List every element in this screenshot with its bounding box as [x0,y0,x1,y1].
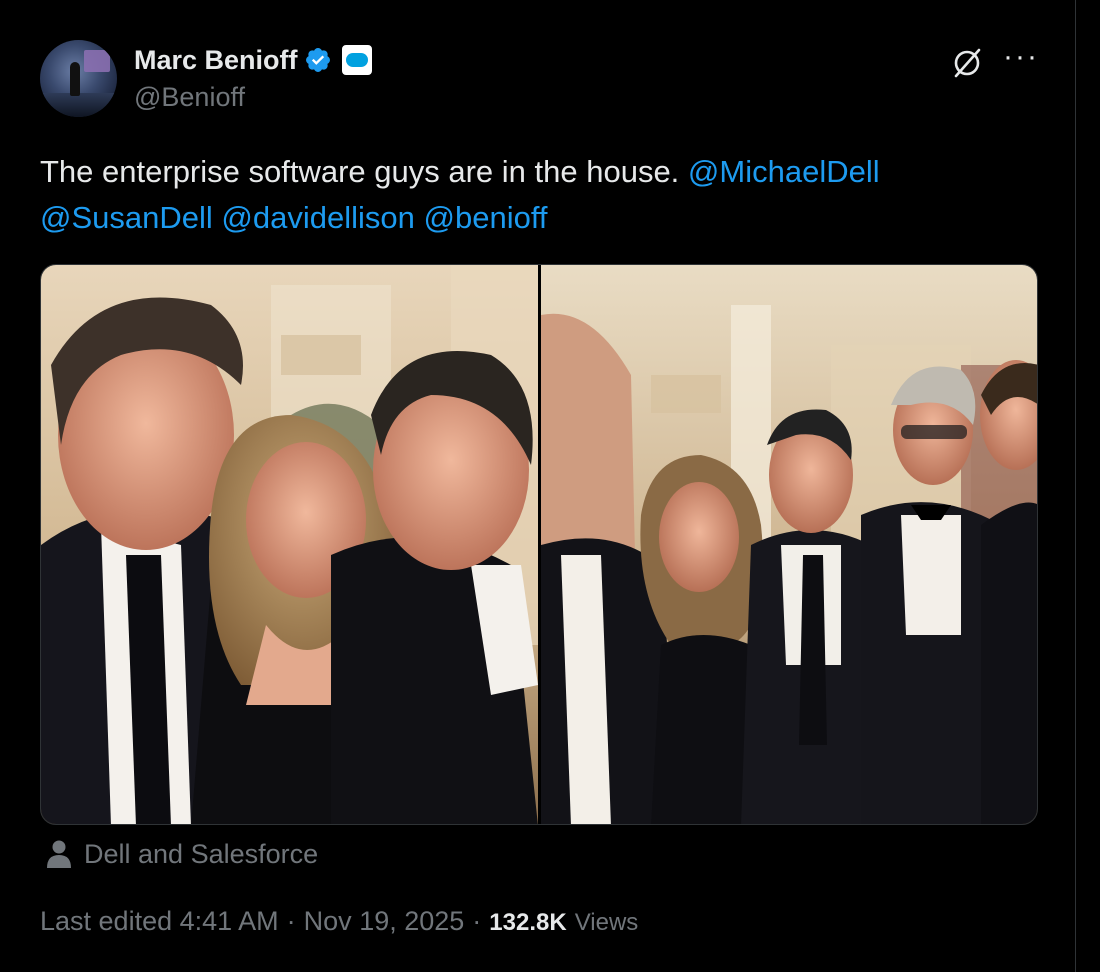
photo-2[interactable] [541,265,1037,824]
post-date-link[interactable]: Nov 19, 2025 [304,906,465,937]
mention-link[interactable]: @davidellison [221,200,414,235]
views-count: 132.8K [489,909,567,936]
post-text: The enterprise software guys are in the … [40,149,1040,241]
person-icon [47,840,71,868]
photo-1[interactable] [41,265,538,824]
media-grid[interactable] [40,264,1038,825]
photo-2-image [541,265,1037,824]
salesforce-affiliate-badge[interactable] [341,45,372,75]
meta-separator: · [286,906,296,936]
author-name[interactable]: Marc Benioff [134,45,298,76]
grok-icon[interactable] [950,46,984,80]
salesforce-logo-icon [345,53,368,67]
edited-time-link[interactable]: Last edited 4:41 AM [40,906,279,937]
author-handle[interactable]: @Benioff [134,82,245,113]
author-avatar[interactable] [40,40,117,117]
post-text-body: The enterprise software guys are in the … [40,154,688,189]
tagged-people-label: Dell and Salesforce [84,838,319,869]
more-horizontal-icon[interactable]: ··· [1002,42,1040,80]
verified-badge-icon[interactable] [304,46,332,74]
author-name-row: Marc Benioff [134,42,372,78]
photo-1-image [41,265,538,824]
post-meta: Last edited 4:41 AM · Nov 19, 2025 · 132… [40,906,638,937]
meta-separator: · [472,906,482,936]
mention-link[interactable]: @benioff [424,200,548,235]
views-label: Views [574,909,639,936]
timeline-border [1075,0,1076,972]
mention-link[interactable]: @SusanDell [40,200,213,235]
tagged-people-row[interactable]: Dell and Salesforce [46,834,318,874]
mention-link[interactable]: @MichaelDell [688,154,880,189]
post-header: Marc Benioff @Benioff ··· [40,40,1040,120]
